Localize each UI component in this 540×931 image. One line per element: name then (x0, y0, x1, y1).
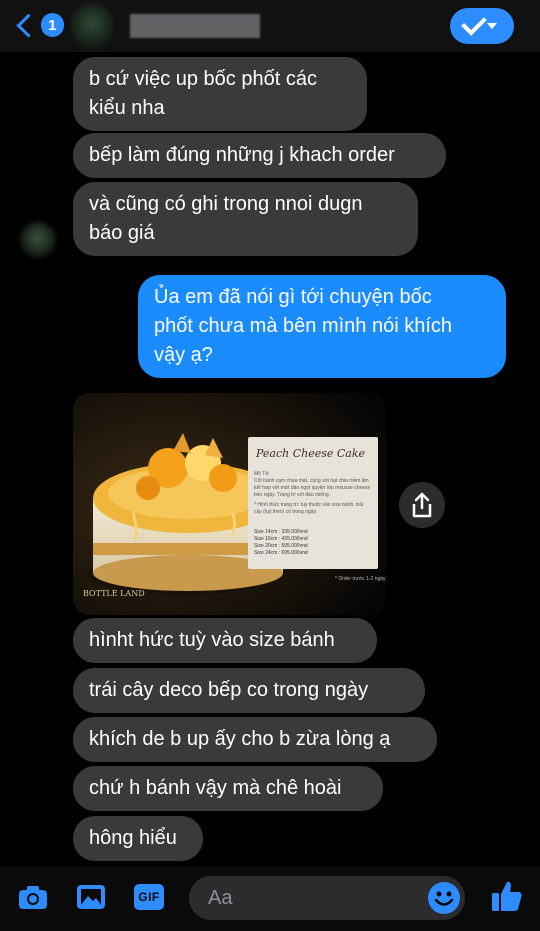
message-input-placeholder: Aa (208, 887, 233, 909)
sender-avatar[interactable] (20, 222, 56, 258)
message-text: trái cây deco bếp co trong ngày (89, 679, 369, 701)
message-bubble-incoming[interactable]: chứ h bánh vậy mà chê hoài (73, 766, 383, 811)
cake-title: Peach Cheese Cake (256, 447, 366, 460)
description-label: Mô Tả: (254, 471, 270, 477)
message-bubble-incoming[interactable]: trái cây deco bếp co trong ngày (73, 668, 425, 713)
message-text: Ủa em đã nói gì tới chuyện bốc (154, 286, 432, 308)
emoji-icon[interactable] (427, 881, 461, 915)
message-text: vậy ạ? (154, 344, 213, 366)
message-text: hìnht hức tuỳ vào size bánh (89, 629, 335, 651)
message-bubble-incoming[interactable]: và cũng có ghi trong nnoi dugn báo giá (73, 182, 418, 256)
done-dropdown-button[interactable] (450, 8, 514, 44)
message-bubble-incoming[interactable]: khích de b up ấy cho b zừa lòng ạ (73, 717, 437, 762)
unread-badge: 1 (40, 13, 64, 37)
message-text: b cứ việc up bốc phốt các (89, 68, 317, 90)
size-row: Size 20cm : 595.000vnd (254, 543, 308, 549)
menu-card: Peach Cheese Cake Mô Tả: Cốt bánh cam ch… (248, 437, 378, 569)
order-note: * Order trước 1-2 ngày (335, 576, 386, 582)
checkmark-icon (461, 10, 487, 36)
message-text: phốt chưa mà bên mình nói khích (154, 315, 453, 337)
message-bubble-incoming[interactable]: bếp làm đúng những j khach order (73, 133, 446, 178)
description-text: Cốt bánh cam chua mát, cùng với hạt chia… (254, 478, 371, 498)
message-text: khích de b up ấy cho b zừa lòng ạ (89, 728, 391, 750)
camera-button[interactable] (15, 880, 51, 914)
image-message[interactable]: Peach Cheese Cake Mô Tả: Cốt bánh cam ch… (73, 393, 386, 615)
share-icon (412, 492, 432, 518)
message-text: báo giá (89, 222, 155, 244)
camera-icon (19, 886, 47, 909)
gif-button[interactable]: GIF (131, 880, 167, 914)
chevron-left-icon (16, 13, 41, 37)
chat-header: 1 (0, 0, 540, 52)
photo-icon (77, 885, 105, 909)
contact-avatar[interactable] (70, 4, 114, 48)
message-text: và cũng có ghi trong nnoi dugn (89, 193, 363, 215)
message-bubble-incoming[interactable]: b cứ việc up bốc phốt các kiểu nha (73, 57, 367, 131)
message-bubble-incoming[interactable]: hìnht hức tuỳ vào size bánh (73, 618, 377, 663)
message-bubble-outgoing[interactable]: Ủa em đã nói gì tới chuyện bốc phốt chưa… (138, 275, 506, 378)
decoration-note: * Hình thức trang trí: tuỳ thuộc vào siz… (254, 502, 363, 515)
gallery-button[interactable] (73, 880, 109, 914)
size-row: Size 24cm : 695.000vnd (254, 550, 308, 556)
like-button[interactable] (487, 876, 527, 916)
message-input[interactable]: Aa (189, 876, 465, 920)
thumbs-up-icon (492, 881, 522, 911)
back-button[interactable]: 1 (14, 10, 64, 40)
contact-name-redacted[interactable] (130, 14, 260, 38)
size-row: Size 16cm : 435.000vnd (254, 536, 308, 542)
share-button[interactable] (399, 482, 445, 528)
message-text: kiểu nha (89, 97, 165, 119)
message-text: bếp làm đúng những j khach order (89, 144, 395, 166)
message-text: hông hiểu (89, 827, 177, 849)
size-list: Size 14cm : 335.000vnd Size 16cm : 435.0… (254, 529, 308, 557)
size-row: Size 14cm : 335.000vnd (254, 529, 308, 535)
brand-logo: BOTTLE LAND (83, 589, 145, 598)
chevron-down-icon (487, 23, 497, 29)
message-text: chứ h bánh vậy mà chê hoài (89, 777, 342, 799)
gif-icon: GIF (134, 884, 164, 910)
message-bubble-incoming[interactable]: hông hiểu (73, 816, 203, 861)
